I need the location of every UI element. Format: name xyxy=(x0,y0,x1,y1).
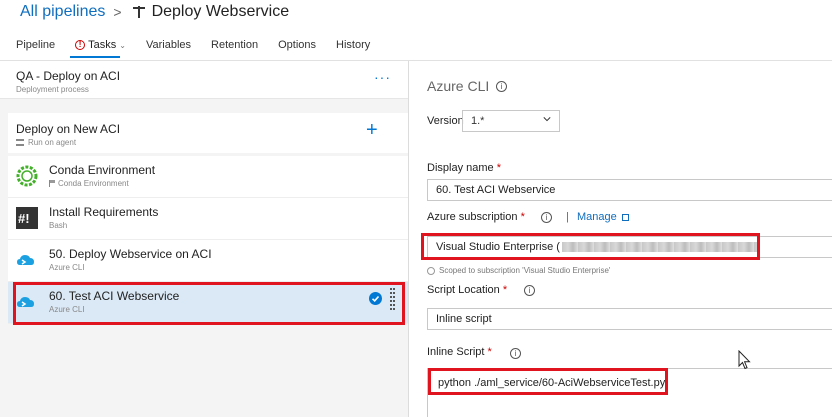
agent-job-title: Deploy on New ACI xyxy=(16,122,121,136)
azure-cli-icon xyxy=(17,255,34,265)
task-detail-title: Azure CLI xyxy=(427,78,490,94)
bash-icon: #! xyxy=(16,207,38,229)
info-icon[interactable]: i xyxy=(496,81,507,92)
version-label: Version xyxy=(427,115,464,127)
mouse-cursor-icon xyxy=(738,350,751,370)
tab-options[interactable]: Options xyxy=(278,38,316,52)
external-link-icon xyxy=(621,213,629,221)
stage-title: QA - Deploy on ACI xyxy=(16,69,121,83)
manage-separator: | xyxy=(566,211,569,223)
svg-text:#!: #! xyxy=(18,211,30,226)
chevron-down-icon: ⌄ xyxy=(119,40,126,50)
tab-history[interactable]: History xyxy=(336,38,370,52)
scoped-subscription-note: Scoped to subscription 'Visual Studio En… xyxy=(427,266,610,275)
task-type: Conda Environment xyxy=(49,179,129,188)
task-item-deploy-webservice[interactable]: 50. Deploy Webservice on ACI Azure CLI xyxy=(8,240,408,282)
display-name-label: Display name * xyxy=(427,162,501,174)
task-item-install-requirements[interactable]: #! Install Requirements Bash xyxy=(8,198,408,240)
azure-subscription-label: Azure subscription * xyxy=(427,211,525,223)
error-icon: ! xyxy=(75,40,86,50)
highlight-box-selected-task xyxy=(13,282,405,325)
required-mark: * xyxy=(520,211,525,223)
inline-script-label: Inline Script * xyxy=(427,346,492,358)
breadcrumb-separator: > xyxy=(113,4,122,20)
version-select[interactable]: 1.* xyxy=(462,110,560,132)
task-name: Conda Environment xyxy=(49,163,156,177)
agent-job-subtitle: Run on agent xyxy=(16,138,76,147)
script-location-label: Script Location * xyxy=(427,284,508,296)
tab-pipeline[interactable]: Pipeline xyxy=(16,38,55,52)
info-icon[interactable]: i xyxy=(541,212,552,223)
stage-header[interactable]: QA - Deploy on ACI Deployment process ··… xyxy=(0,61,408,99)
task-type: Bash xyxy=(49,221,68,230)
task-name: Install Requirements xyxy=(49,205,159,219)
display-name-input[interactable]: 60. Test ACI Webservice xyxy=(427,179,832,201)
tab-variables[interactable]: Variables xyxy=(146,38,191,52)
page-title: Deploy Webservice xyxy=(151,3,290,20)
task-type: Azure CLI xyxy=(49,263,85,272)
all-pipelines-link[interactable]: All pipelines xyxy=(20,3,105,21)
task-item-conda-environment[interactable]: Conda Environment Conda Environment xyxy=(8,156,408,198)
tab-retention[interactable]: Retention xyxy=(211,38,258,52)
manage-link[interactable]: Manage xyxy=(577,211,629,223)
required-mark: * xyxy=(496,162,501,174)
release-pipeline-icon xyxy=(132,6,145,18)
more-actions-button[interactable]: ··· xyxy=(374,69,391,85)
add-task-button[interactable]: + xyxy=(366,119,378,142)
required-mark: * xyxy=(502,284,508,296)
highlight-box-subscription xyxy=(421,233,760,260)
agent-job[interactable]: Deploy on New ACI Run on agent + xyxy=(8,113,408,153)
flag-icon xyxy=(49,180,55,187)
conda-icon xyxy=(16,165,38,187)
task-name: 50. Deploy Webservice on ACI xyxy=(49,247,212,261)
breadcrumb: All pipelines > Deploy Webservice xyxy=(20,2,289,22)
info-icon[interactable]: i xyxy=(524,285,535,296)
stage-subtitle: Deployment process xyxy=(16,85,89,94)
active-tab-indicator xyxy=(70,56,120,58)
agent-icon xyxy=(16,139,24,146)
info-icon[interactable]: i xyxy=(510,348,521,359)
task-tree-panel: QA - Deploy on ACI Deployment process ··… xyxy=(0,61,408,417)
info-circle-icon xyxy=(427,266,435,275)
pipeline-tabs: Pipeline ! Tasks ⌄ Variables Retention O… xyxy=(16,38,390,52)
highlight-box-inline-script xyxy=(428,368,668,395)
required-mark: * xyxy=(487,346,492,358)
tab-tasks[interactable]: ! Tasks ⌄ xyxy=(75,38,126,52)
script-location-select[interactable]: Inline script xyxy=(427,308,832,330)
chevron-down-icon xyxy=(543,117,551,122)
